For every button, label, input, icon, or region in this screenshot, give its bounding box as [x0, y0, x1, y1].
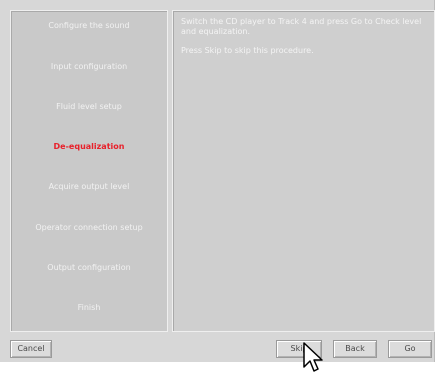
step-output-configuration: Output configuration [47, 263, 131, 272]
wizard-dialog: Configure the sound Input configuration … [0, 0, 435, 362]
instruction-text: Switch the CD player to Track 4 and pres… [181, 17, 422, 36]
step-finish: Finish [77, 303, 101, 312]
go-button[interactable]: Go [388, 340, 432, 358]
mouse-pointer-icon [303, 342, 323, 372]
step-configure-sound: Configure the sound [48, 21, 130, 30]
back-button[interactable]: Back [333, 340, 377, 358]
step-fluid-level-setup: Fluid level setup [56, 102, 122, 111]
skip-hint-text: Press Skip to skip this procedure. [181, 46, 314, 55]
step-input-configuration: Input configuration [50, 62, 128, 71]
step-operator-connection-setup: Operator connection setup [35, 223, 143, 232]
step-de-equalization: De-equalization [53, 142, 125, 151]
cancel-button[interactable]: Cancel [10, 340, 52, 358]
steps-panel: Configure the sound Input configuration … [10, 10, 168, 332]
instructions-panel: Switch the CD player to Track 4 and pres… [172, 10, 435, 332]
step-acquire-output-level: Acquire output level [48, 182, 130, 191]
